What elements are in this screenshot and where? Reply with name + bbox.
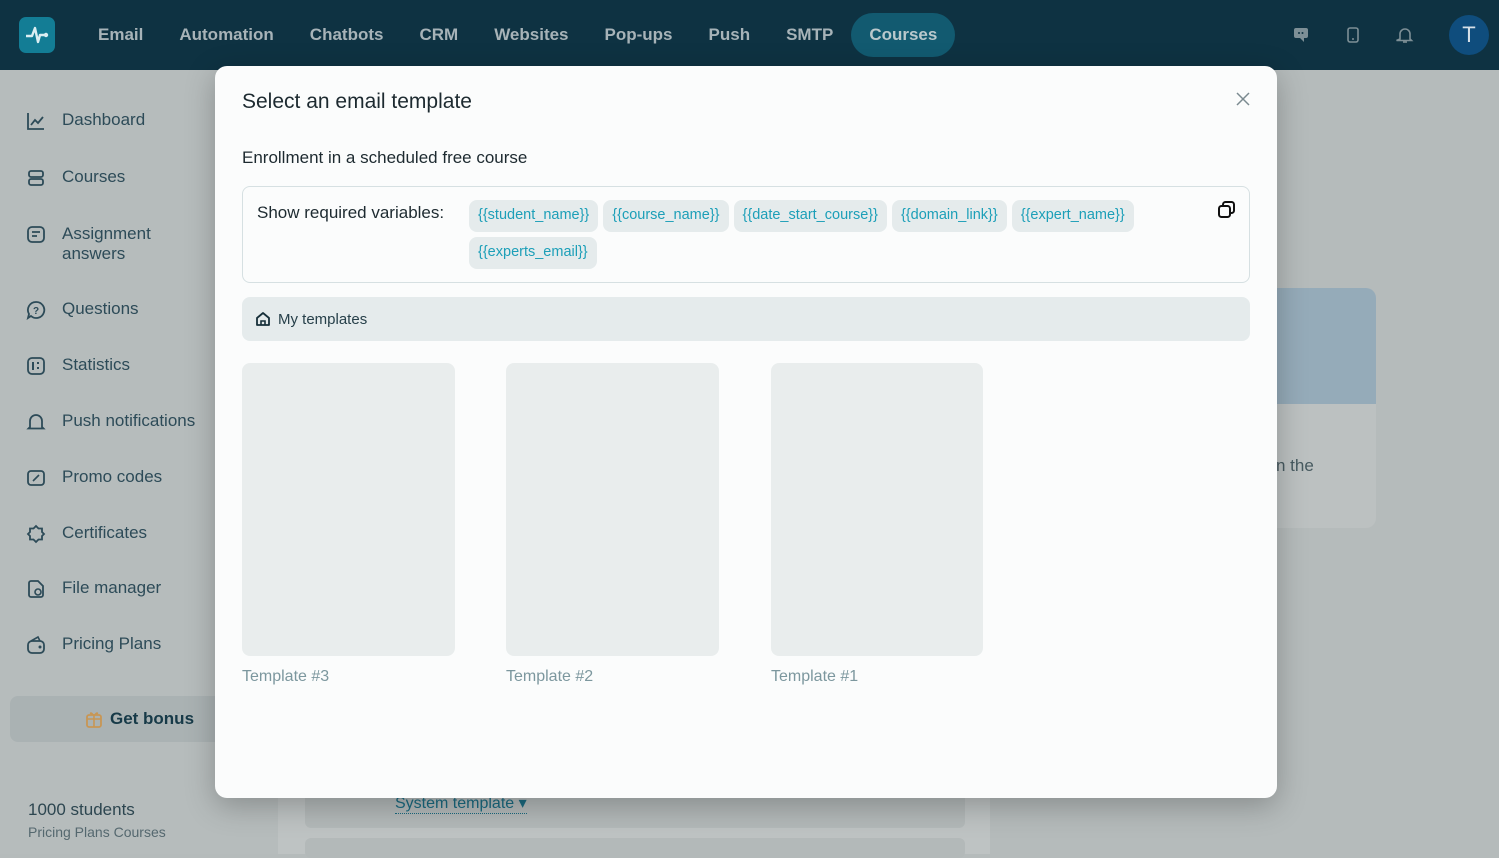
- sidebar-label: Promo codes: [62, 467, 163, 486]
- bell-icon[interactable]: [1379, 26, 1431, 44]
- variable-chip[interactable]: {{domain_link}}: [891, 200, 1007, 232]
- top-icons: T: [1275, 0, 1499, 70]
- chat-icon[interactable]: [1275, 27, 1327, 43]
- file-icon: [28, 580, 44, 598]
- gift-icon: [86, 712, 102, 728]
- nav-crm[interactable]: CRM: [401, 13, 476, 57]
- variable-chip[interactable]: {{experts_email}}: [469, 237, 597, 269]
- nav-push[interactable]: Push: [691, 13, 769, 57]
- pulse-icon: [26, 26, 49, 44]
- mobile-icon[interactable]: [1327, 27, 1379, 43]
- nav-popups[interactable]: Pop-ups: [587, 13, 691, 57]
- svg-text:?: ?: [33, 306, 39, 317]
- template-thumbnail[interactable]: [506, 363, 719, 656]
- statistics-icon: [27, 357, 45, 375]
- modal-subtitle: Enrollment in a scheduled free course: [242, 148, 528, 167]
- variable-chips: {{student_name}} {{course_name}} {{date_…: [469, 200, 1189, 269]
- modal-title: Select an email template: [242, 90, 472, 113]
- variable-chip[interactable]: {{student_name}}: [469, 200, 599, 232]
- close-icon[interactable]: [1234, 90, 1252, 112]
- home-icon: [256, 312, 270, 326]
- sidebar-item-push-notifications[interactable]: Push notifications: [26, 411, 195, 432]
- nav-smtp[interactable]: SMTP: [768, 13, 851, 57]
- plan-title: 1000 students: [28, 800, 135, 819]
- sidebar-item-dashboard[interactable]: Dashboard: [26, 110, 145, 131]
- template-card[interactable]: Template #1: [771, 363, 983, 686]
- plan-subtitle[interactable]: Pricing Plans Courses: [28, 824, 166, 840]
- question-icon: ?: [26, 301, 46, 320]
- required-variables-box: Show required variables: {{student_name}…: [242, 186, 1250, 283]
- sidebar-label: Dashboard: [62, 110, 146, 129]
- template-name[interactable]: Template #1: [771, 668, 983, 686]
- template-thumbnail[interactable]: [242, 363, 455, 656]
- nav-websites[interactable]: Websites: [476, 13, 586, 57]
- layers-icon: [28, 170, 44, 186]
- sidebar-label: Pricing Plans: [62, 634, 162, 653]
- folder-label: My templates: [278, 310, 368, 328]
- top-navbar: Email Automation Chatbots CRM Websites P…: [0, 0, 1499, 70]
- sidebar-item-certificates[interactable]: Certificates: [26, 523, 147, 544]
- nav-automation[interactable]: Automation: [161, 13, 291, 57]
- sidebar-label: Assignment answers: [62, 224, 151, 263]
- nav-email[interactable]: Email: [80, 13, 161, 57]
- sidebar-label: Questions: [62, 299, 139, 318]
- select-template-modal: Select an email template Enrollment in a…: [215, 66, 1277, 798]
- bell-icon: [26, 414, 46, 430]
- my-templates-folder[interactable]: My templates: [242, 297, 1250, 341]
- template-row: [305, 838, 965, 858]
- sidebar-label: Push notifications: [62, 411, 196, 430]
- sidebar-item-courses[interactable]: Courses: [26, 167, 125, 188]
- coupon-icon: [27, 470, 45, 486]
- sidebar-item-promo-codes[interactable]: Promo codes: [26, 467, 162, 488]
- template-card[interactable]: Template #2: [506, 363, 719, 686]
- template-card[interactable]: Template #3: [242, 363, 455, 686]
- template-thumbnail[interactable]: [771, 363, 983, 656]
- nav-courses[interactable]: Courses: [851, 13, 956, 57]
- sidebar-label: Certificates: [62, 523, 148, 542]
- sidebar-item-file-manager[interactable]: File manager: [26, 578, 161, 599]
- variable-chip[interactable]: {{expert_name}}: [1011, 200, 1134, 232]
- message-check-icon: [27, 226, 45, 243]
- app-logo[interactable]: [19, 17, 55, 53]
- sidebar-label: Courses: [62, 167, 126, 186]
- sidebar-item-statistics[interactable]: Statistics: [26, 355, 130, 376]
- template-name[interactable]: Template #3: [242, 668, 455, 686]
- variable-chip[interactable]: {{course_name}}: [603, 200, 729, 232]
- sidebar-label: Statistics: [62, 355, 131, 374]
- course-card-text: n the: [1276, 456, 1314, 475]
- sidebar-item-assignment-answers[interactable]: Assignment answers: [26, 224, 166, 264]
- variables-label: Show required variables:: [257, 203, 445, 222]
- nav-chatbots[interactable]: Chatbots: [292, 13, 402, 57]
- get-bonus-label: Get bonus: [109, 709, 195, 728]
- sidebar-item-pricing-plans[interactable]: Pricing Plans: [26, 634, 161, 655]
- variable-chip[interactable]: {{date_start_course}}: [733, 200, 887, 232]
- template-name[interactable]: Template #2: [506, 668, 719, 686]
- badge-icon: [26, 524, 46, 544]
- main-nav: Email Automation Chatbots CRM Websites P…: [80, 13, 956, 57]
- chart-icon: [27, 113, 44, 130]
- user-avatar[interactable]: T: [1449, 15, 1489, 55]
- sidebar-item-questions[interactable]: ? Questions: [26, 299, 139, 320]
- wallet-icon: [27, 635, 45, 654]
- copy-icon[interactable]: [1217, 200, 1237, 224]
- sidebar-label: File manager: [62, 578, 162, 597]
